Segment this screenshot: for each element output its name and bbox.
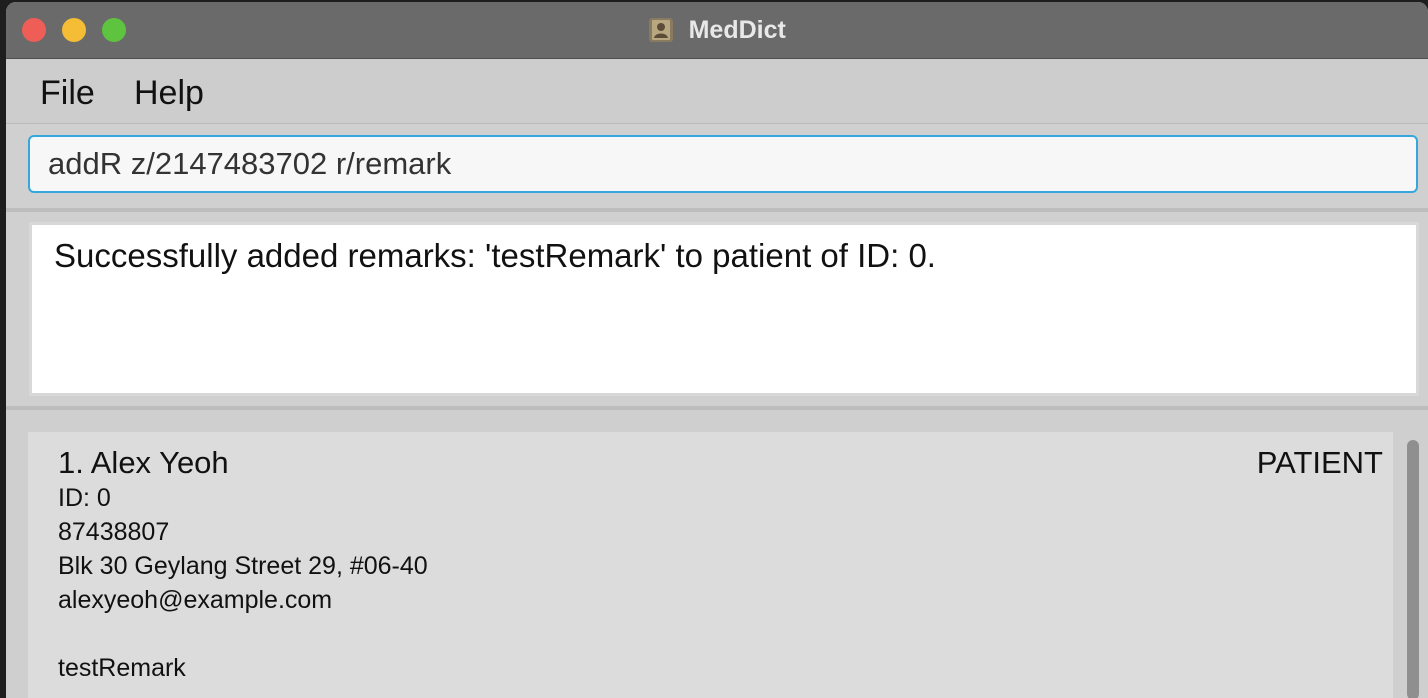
menu-help[interactable]: Help <box>134 73 204 113</box>
patient-role-label: PATIENT <box>1256 445 1383 480</box>
list-scrollbar[interactable] <box>1404 440 1422 698</box>
title-wrap: MedDict <box>6 14 1428 46</box>
patient-remark: testRemark <box>58 654 186 682</box>
command-input[interactable] <box>28 135 1418 193</box>
command-area <box>6 124 1428 212</box>
title-bar[interactable]: MedDict <box>6 2 1428 59</box>
patient-card[interactable]: 1. Alex Yeoh PATIENT ID: 0 87438807 Blk … <box>28 432 1393 698</box>
scrollbar-thumb[interactable] <box>1407 440 1419 698</box>
result-area: Successfully added remarks: 'testRemark'… <box>6 212 1428 410</box>
patient-email: alexyeoh@example.com <box>58 586 333 614</box>
menu-bar: File Help <box>6 59 1428 124</box>
patient-address: Blk 30 Geylang Street 29, #06-40 <box>58 552 428 580</box>
window-title: MedDict <box>688 16 786 44</box>
contact-book-icon <box>649 18 674 42</box>
patient-name: 1. Alex Yeoh <box>58 445 229 480</box>
patient-id: ID: 0 <box>58 484 111 512</box>
menu-file[interactable]: File <box>40 73 95 113</box>
patient-list: 1. Alex Yeoh PATIENT ID: 0 87438807 Blk … <box>6 410 1428 698</box>
result-display: Successfully added remarks: 'testRemark'… <box>29 222 1419 396</box>
app-window: MedDict File Help Successfully added rem… <box>6 2 1428 698</box>
patient-phone: 87438807 <box>58 518 170 546</box>
